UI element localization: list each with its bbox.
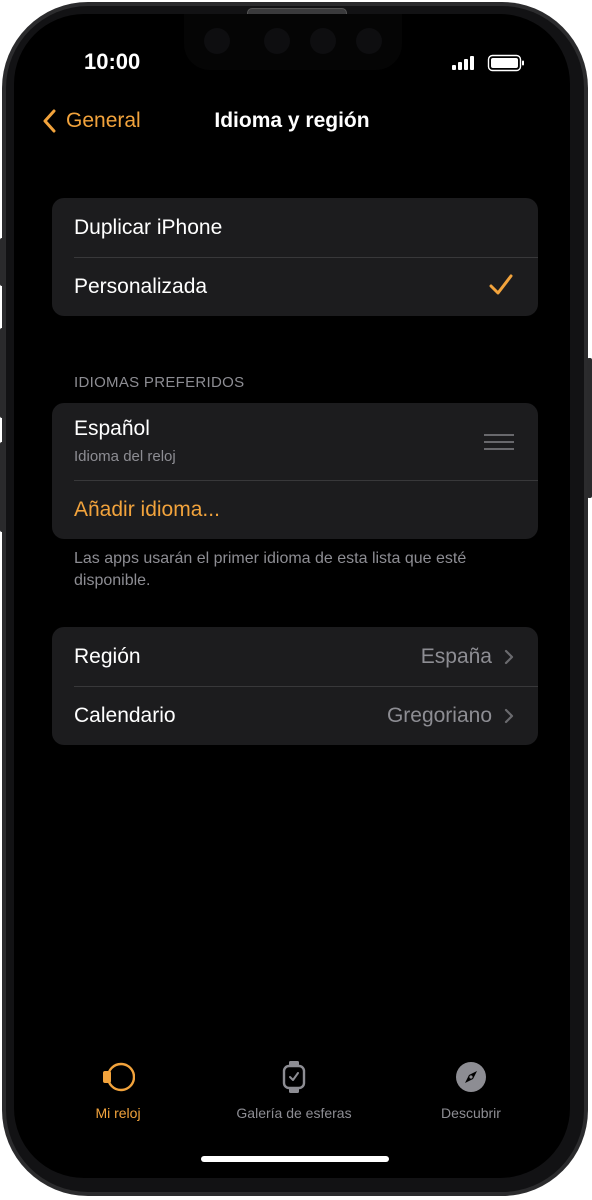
checkmark-icon [489,274,513,295]
home-indicator[interactable] [201,1156,389,1162]
status-icons [452,54,540,72]
option-custom[interactable]: Personalizada [52,257,538,316]
reorder-handle-icon[interactable] [484,434,514,455]
row-label: Calendario [74,703,176,727]
watch-icon [103,1062,136,1092]
option-label: Personalizada [74,274,208,298]
volume-up-button [0,328,5,418]
tab-label: Mi reloj [95,1105,141,1121]
dynamic-island [184,14,402,70]
chevron-right-icon [504,649,514,665]
side-button [587,358,592,498]
option-label: Duplicar iPhone [74,215,223,239]
camera-icon [204,28,230,54]
add-language-label: Añadir idioma... [74,497,220,521]
languages-group: Español Idioma del reloj Añadir idioma..… [52,403,538,539]
add-language-button[interactable]: Añadir idioma... [52,480,538,539]
volume-down-button [0,442,5,532]
sensor-icon [264,28,290,54]
chevron-right-icon [504,708,514,724]
region-value: España [420,644,492,668]
calendar-row[interactable]: Calendario Gregoriano [52,686,538,745]
action-button [0,238,5,286]
language-row-espanol[interactable]: Español Idioma del reloj [52,403,538,480]
tab-label: Descubrir [441,1105,501,1121]
status-time: 10:00 [84,49,141,74]
row-label: Región [74,644,141,668]
section-header-languages: IDIOMAS PREFERIDOS [74,374,245,391]
languages-footnote: Las apps usarán el primer idioma de esta… [74,550,467,589]
screen: 10:00 General Idioma y región Duplicar i… [14,14,570,1178]
tab-face-gallery[interactable]: Galería de esferas [209,1060,379,1121]
region-group: Región España Calendario Gregoriano [52,627,538,745]
signal-icon [452,54,524,72]
language-name: Español [74,417,150,440]
calendar-value: Gregoriano [386,703,492,727]
tab-bar: Mi reloj Galería de esferas Descubrir [14,1060,570,1140]
sensor-icon [310,28,336,54]
sensor-icon [356,28,382,54]
tab-label: Galería de esferas [236,1105,352,1121]
tab-my-watch[interactable]: Mi reloj [33,1060,203,1121]
compass-icon [456,1062,486,1092]
mode-group: Duplicar iPhone Personalizada [52,198,538,316]
page-title: Idioma y región [214,109,370,132]
tab-discover[interactable]: Descubrir [386,1060,556,1121]
option-duplicate-iphone[interactable]: Duplicar iPhone [52,198,538,257]
watch-face-icon [282,1061,306,1093]
region-row[interactable]: Región España [52,627,538,686]
language-subtitle: Idioma del reloj [74,448,176,465]
